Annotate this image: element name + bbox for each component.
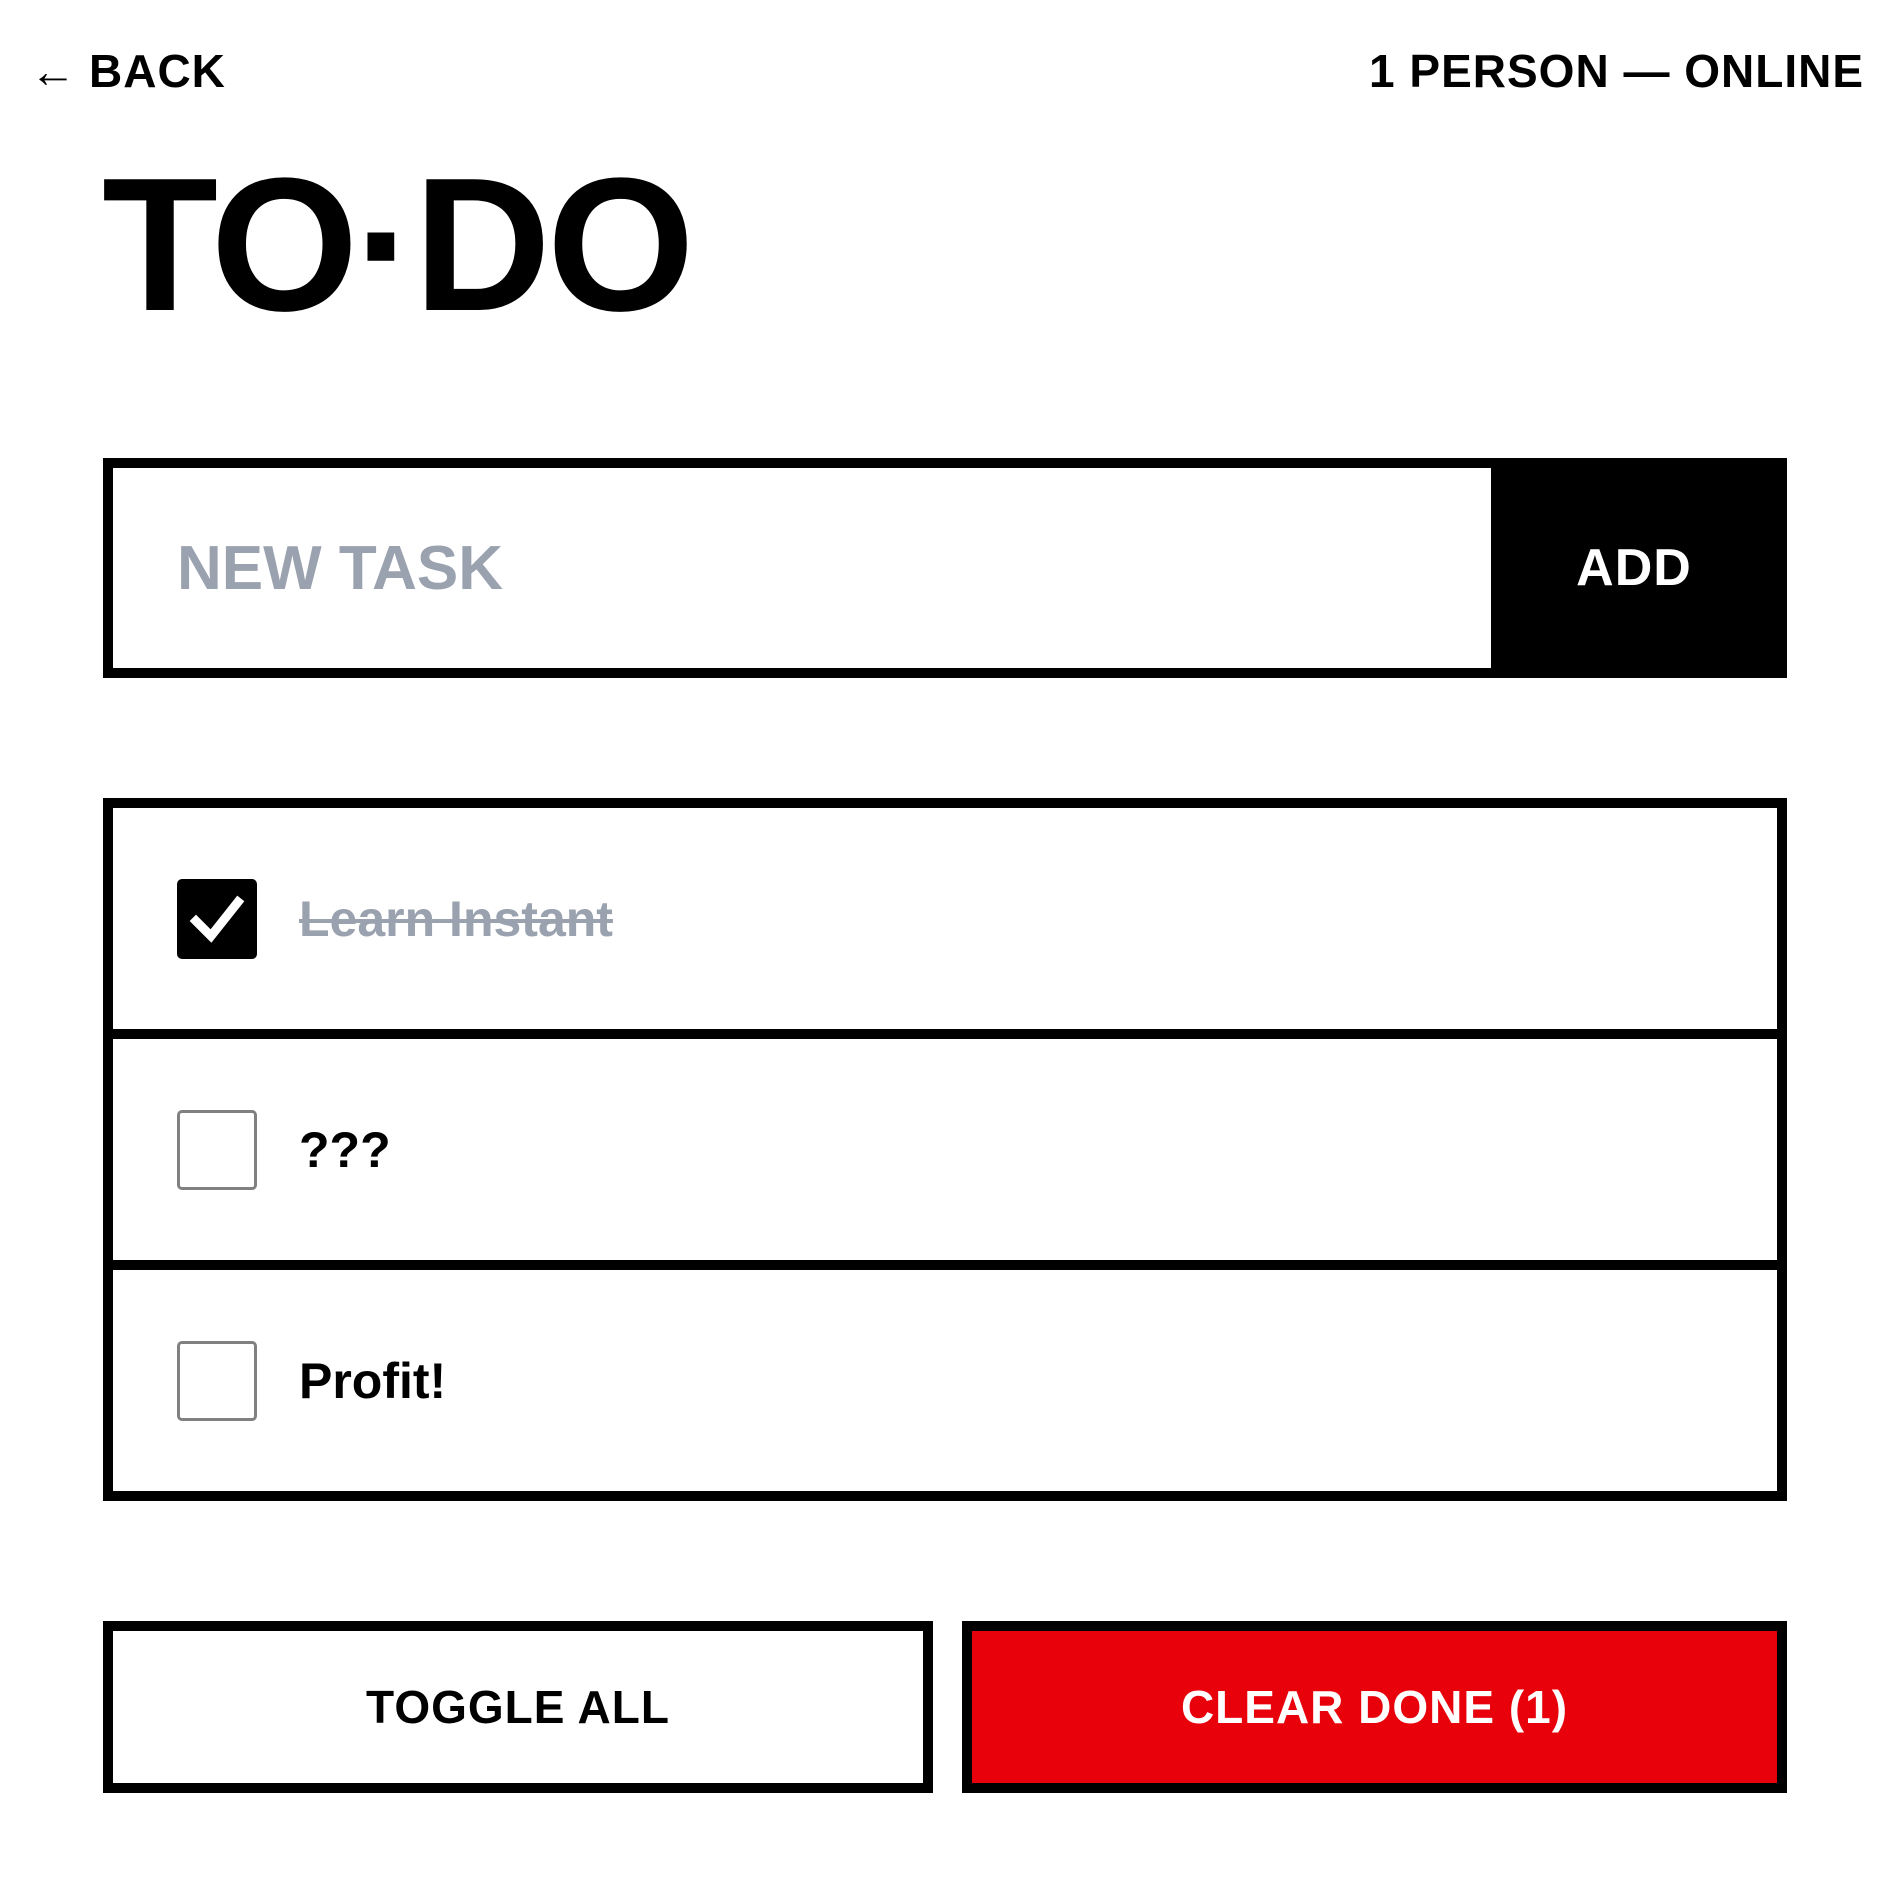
clear-done-button[interactable]: CLEAR DONE (1) xyxy=(962,1621,1787,1793)
page-title: TO·DO xyxy=(102,139,695,351)
todo-checkbox[interactable] xyxy=(177,1109,257,1190)
new-task-form: ADD xyxy=(103,458,1787,678)
presence-status: 1 PERSON — ONLINE xyxy=(1369,45,1864,97)
todo-checkbox[interactable] xyxy=(177,878,257,959)
todo-text: ??? xyxy=(299,1121,391,1178)
back-arrow-icon: ← xyxy=(30,45,77,97)
todo-text: Profit! xyxy=(299,1352,447,1409)
todo-item: Profit! xyxy=(113,1270,1777,1501)
toggle-all-button[interactable]: TOGGLE ALL xyxy=(103,1621,933,1793)
back-label: BACK xyxy=(89,45,226,97)
checkmark-icon xyxy=(189,895,245,943)
todo-item: ??? xyxy=(113,1039,1777,1270)
todo-list: Learn Instant ??? Profit! xyxy=(103,798,1787,1501)
add-button[interactable]: ADD xyxy=(1491,468,1777,668)
todo-text: Learn Instant xyxy=(299,890,613,947)
todo-item: Learn Instant xyxy=(113,808,1777,1039)
new-task-input[interactable] xyxy=(113,468,1491,668)
top-bar: ← BACK 1 PERSON — ONLINE xyxy=(0,0,1886,140)
back-link[interactable]: ← BACK xyxy=(30,45,226,97)
todo-checkbox[interactable] xyxy=(177,1340,257,1421)
